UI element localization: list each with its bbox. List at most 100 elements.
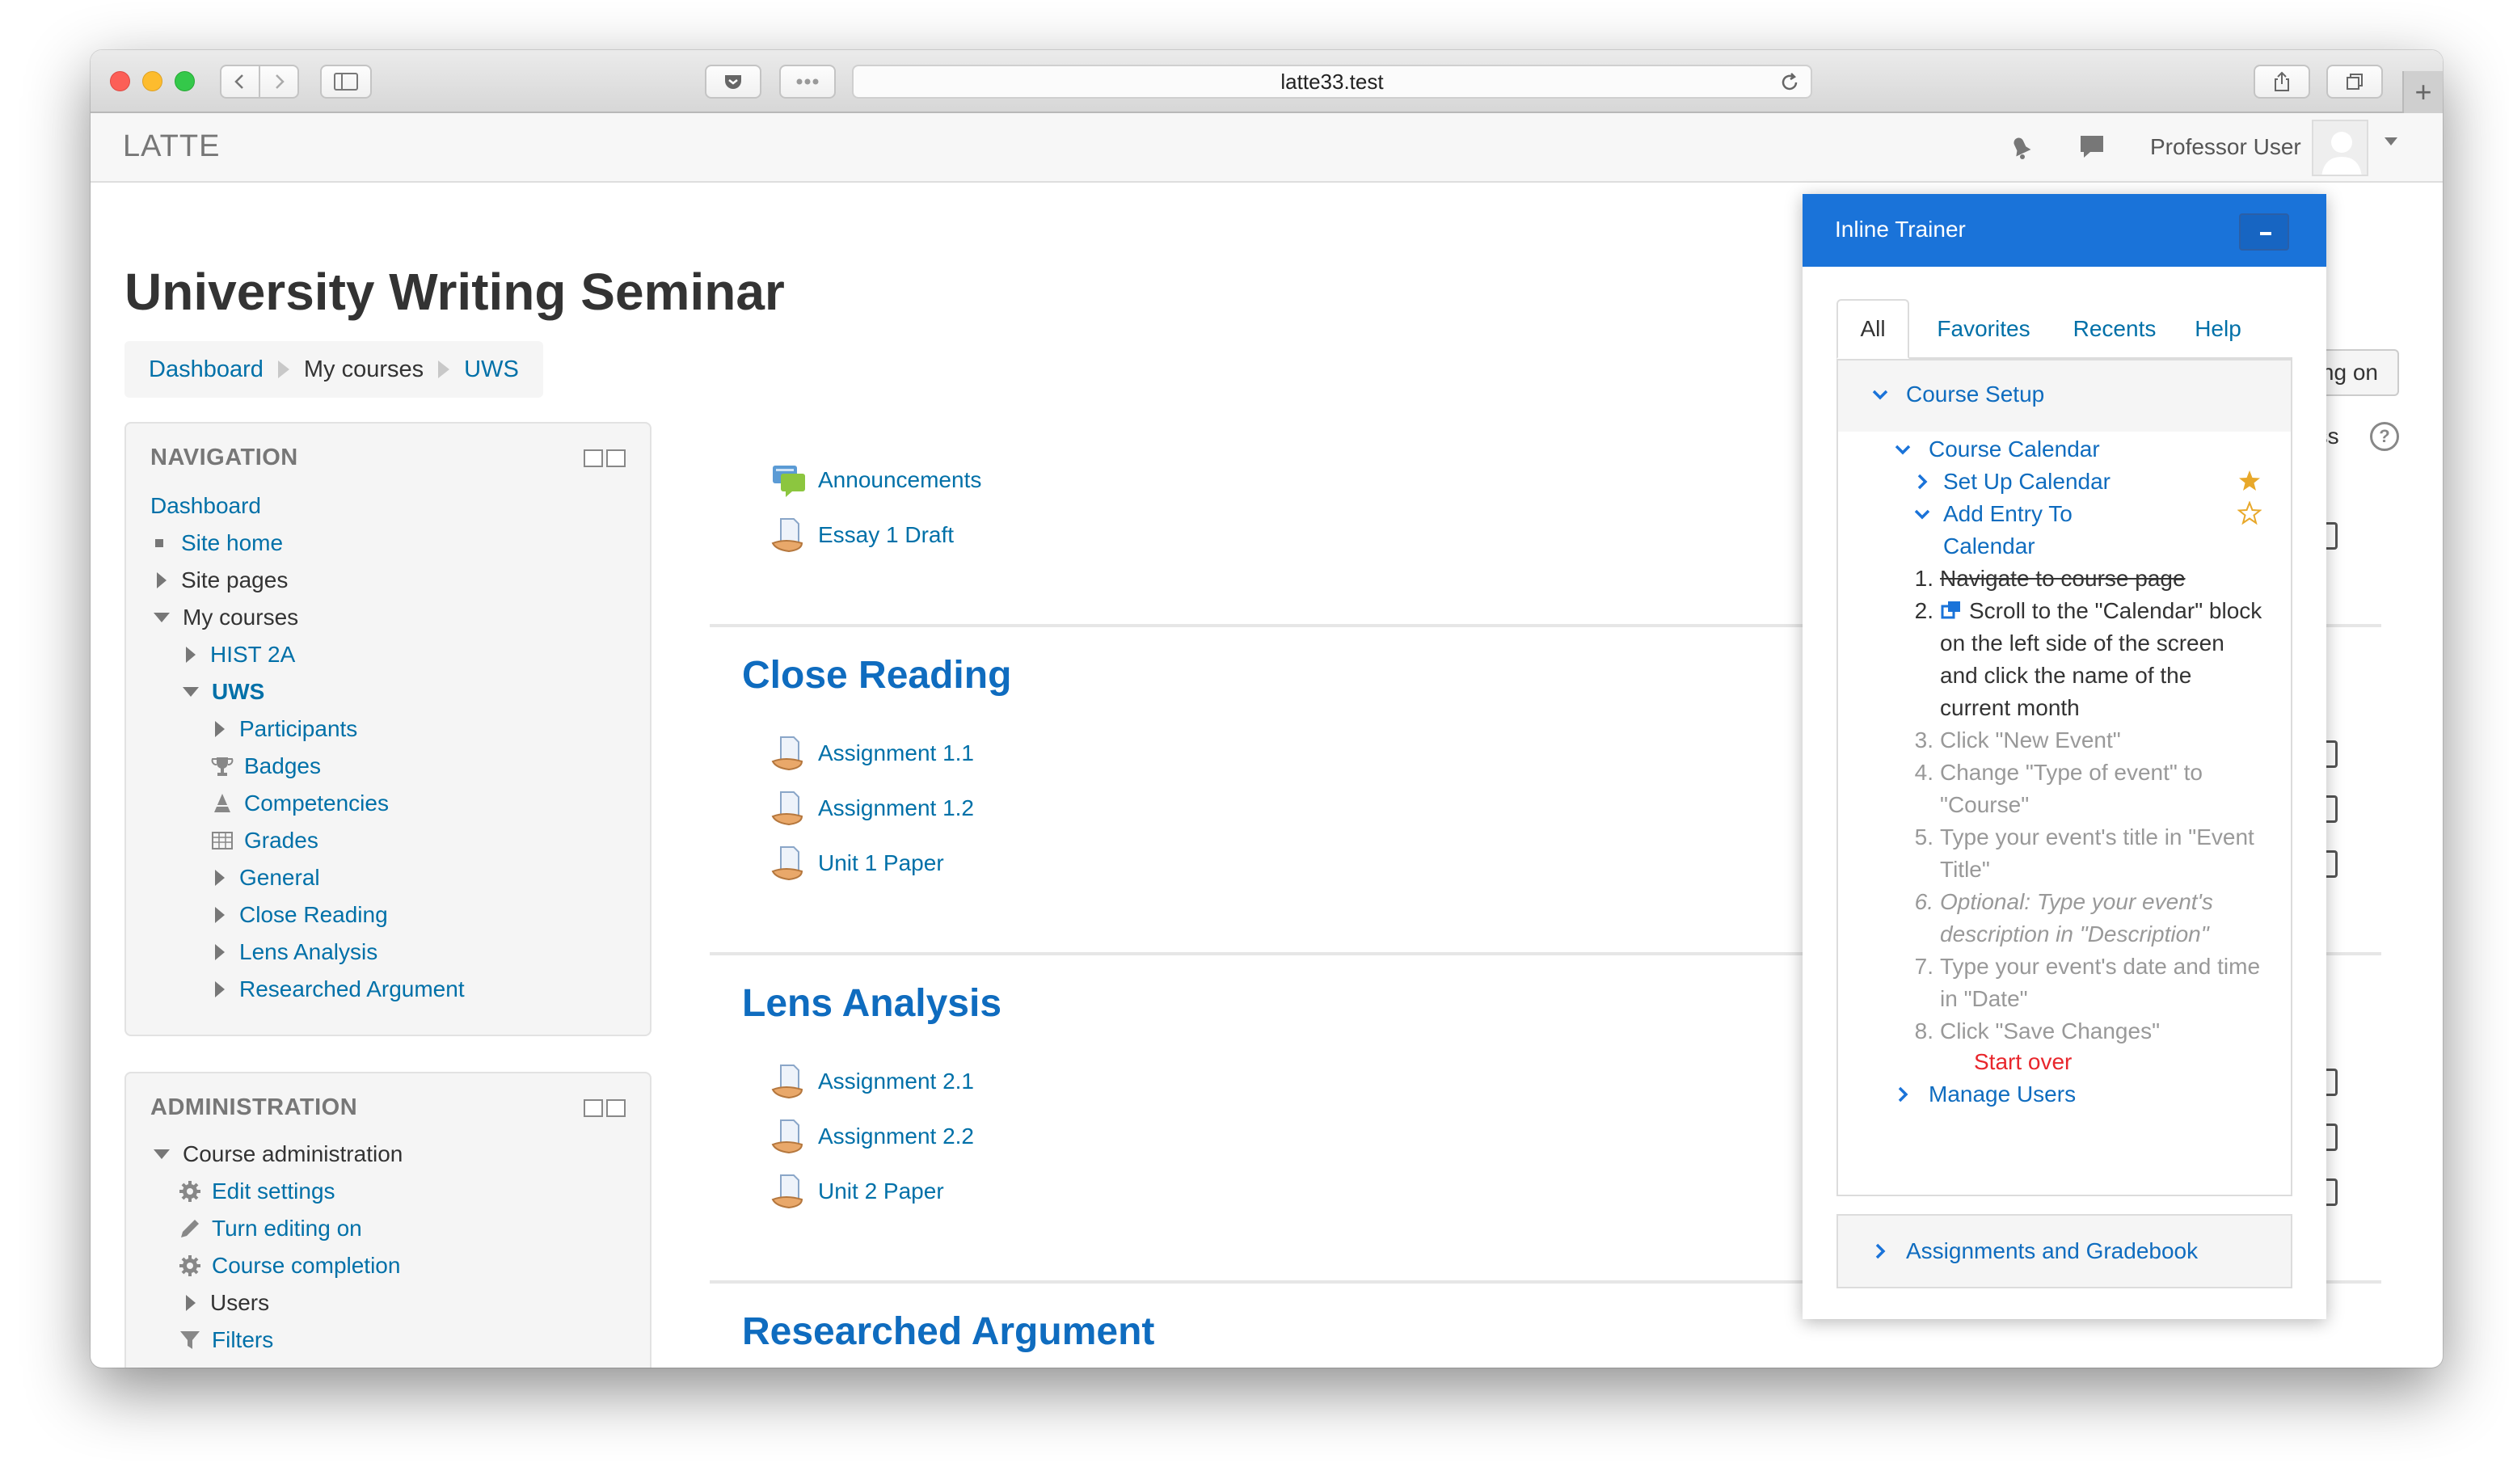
back-button[interactable]: [220, 65, 260, 99]
admin-item-turn-editing-on[interactable]: Turn editing on: [178, 1216, 362, 1242]
navigation-block: NAVIGATION Dashboard Site home Site page…: [124, 422, 651, 1036]
activity-essay-1-draft[interactable]: Essay 1 Draft: [770, 516, 954, 554]
nav-item-badges[interactable]: Badges: [210, 753, 321, 779]
avatar[interactable]: [2312, 120, 2368, 176]
breadcrumb-dashboard[interactable]: Dashboard: [149, 356, 264, 383]
favorite-star-outline-icon[interactable]: [2237, 501, 2262, 525]
assignments-gradebook-toggle[interactable]: Assignments and Gradebook: [1870, 1238, 2198, 1264]
dock-block-icon[interactable]: [606, 1099, 626, 1117]
activity-announcements[interactable]: Announcements: [770, 461, 981, 500]
favorite-star-filled-icon[interactable]: [2237, 469, 2262, 493]
nav-item-grades[interactable]: Grades: [210, 828, 318, 854]
activity-unit-2-paper[interactable]: Unit 2 Paper: [770, 1172, 944, 1211]
admin-item-filters[interactable]: Filters: [178, 1327, 273, 1353]
section-title-researched-argument[interactable]: Researched Argument: [742, 1309, 1154, 1354]
maximize-window-button[interactable]: [175, 71, 195, 91]
manage-users-toggle[interactable]: Manage Users: [1893, 1081, 2076, 1107]
nav-item-uws[interactable]: UWS: [183, 679, 264, 705]
nav-item-hist-2a[interactable]: HIST 2A: [186, 642, 295, 668]
tabs-overview-button[interactable]: [2326, 65, 2383, 99]
set-up-calendar-item[interactable]: Set Up Calendar: [1912, 469, 2111, 495]
chevron-left-icon: [234, 74, 243, 89]
section-title-close-reading[interactable]: Close Reading: [742, 653, 1011, 698]
activity-label: Essay 1 Draft: [818, 522, 955, 547]
nav-item-close-reading[interactable]: Close Reading: [215, 902, 388, 928]
bell-icon[interactable]: [2005, 131, 2037, 163]
site-brand[interactable]: LATTE: [123, 129, 220, 164]
admin-item-course-administration[interactable]: Course administration: [154, 1141, 403, 1167]
dock-block-icon[interactable]: [606, 449, 626, 467]
activity-assignment-2-1[interactable]: Assignment 2.1: [770, 1062, 974, 1101]
navigation-block-title: NAVIGATION: [150, 445, 298, 470]
chat-icon[interactable]: [2076, 131, 2108, 163]
trainer-title: Inline Trainer: [1835, 217, 1966, 242]
step-text: Type your event's date and time in "Date…: [1940, 954, 2261, 1011]
nav-item-lens-analysis[interactable]: Lens Analysis: [215, 939, 377, 965]
share-button[interactable]: [2254, 65, 2310, 99]
activity-assignment-1-2[interactable]: Assignment 1.2: [770, 789, 974, 828]
tab-recents[interactable]: Recents: [2063, 299, 2166, 359]
minimize-window-button[interactable]: [142, 71, 162, 91]
nav-item-site-pages[interactable]: Site pages: [157, 567, 288, 593]
expand-arrow-icon: [186, 647, 196, 663]
nav-item-competencies[interactable]: Competencies: [210, 790, 389, 816]
new-tab-button[interactable]: +: [2402, 71, 2443, 113]
sidebar-toggle-button[interactable]: [320, 65, 372, 99]
course-setup-header[interactable]: Course Setup: [1836, 359, 2292, 433]
expand-arrow-icon: [215, 907, 225, 923]
admin-item-label: Course completion: [212, 1253, 401, 1278]
activity-label: Assignment 1.1: [818, 740, 974, 765]
nav-item-researched-argument[interactable]: Researched Argument: [215, 976, 465, 1002]
extensions-button[interactable]: [779, 65, 836, 99]
site-navbar: LATTE Professor User: [91, 113, 2443, 183]
collapse-arrow-icon: [154, 1149, 170, 1159]
activity-assignment-1-1[interactable]: Assignment 1.1: [770, 734, 974, 773]
breadcrumb-separator-icon: [438, 360, 450, 378]
trainer-step: 6. Optional: Type your event's descriptio…: [1915, 886, 2263, 951]
collapse-block-icon[interactable]: [584, 449, 603, 467]
trainer-step: 8. Click "Save Changes": [1915, 1015, 2263, 1048]
start-over-link[interactable]: Start over: [1974, 1049, 2072, 1075]
set-up-calendar-label: Set Up Calendar: [1943, 469, 2111, 494]
section-divider: [2326, 952, 2381, 955]
reload-icon[interactable]: [1778, 71, 1801, 94]
nav-item-site-home[interactable]: Site home: [150, 530, 283, 556]
gear-icon: [179, 1255, 200, 1276]
activity-assignment-2-2[interactable]: Assignment 2.2: [770, 1117, 974, 1156]
address-bar[interactable]: latte33.test: [852, 65, 1812, 99]
breadcrumb-uws[interactable]: UWS: [464, 356, 519, 383]
admin-item-edit-settings[interactable]: Edit settings: [178, 1178, 335, 1204]
help-icon[interactable]: ?: [2370, 422, 2399, 451]
section-title-lens-analysis[interactable]: Lens Analysis: [742, 981, 1001, 1026]
nav-item-participants[interactable]: Participants: [215, 716, 357, 742]
nav-item-label: Dashboard: [150, 493, 261, 518]
section-divider: [710, 952, 1803, 955]
close-window-button[interactable]: [110, 71, 130, 91]
step-number: 4.: [1914, 760, 1933, 785]
pocket-button[interactable]: [705, 65, 761, 99]
admin-item-course-completion[interactable]: Course completion: [178, 1253, 400, 1279]
trainer-step: 5. Type your event's title in "Event Titl…: [1915, 821, 2263, 886]
add-entry-label-continued[interactable]: Calendar: [1943, 533, 2035, 559]
tab-all[interactable]: All: [1836, 299, 1909, 359]
tab-favorites[interactable]: Favorites: [1925, 299, 2042, 359]
nav-item-my-courses[interactable]: My courses: [154, 605, 298, 630]
admin-item-users[interactable]: Users: [186, 1290, 269, 1316]
activity-unit-1-paper[interactable]: Unit 1 Paper: [770, 844, 944, 883]
chevron-down-icon[interactable]: [2385, 137, 2397, 145]
window-popout-icon[interactable]: [1940, 599, 1963, 622]
user-name[interactable]: Professor User: [2150, 134, 2301, 160]
tab-help[interactable]: Help: [2184, 299, 2252, 359]
collapse-arrow-icon: [154, 613, 170, 622]
nav-item-dashboard[interactable]: Dashboard: [150, 493, 261, 519]
forward-button[interactable]: [259, 65, 299, 99]
course-setup-toggle[interactable]: Course Setup: [1870, 382, 2044, 407]
assignments-gradebook-header[interactable]: Assignments and Gradebook: [1836, 1214, 2292, 1288]
add-entry-calendar-toggle[interactable]: Add Entry To: [1912, 501, 2073, 527]
nav-item-general[interactable]: General: [215, 865, 320, 891]
step-number: 5.: [1914, 824, 1933, 850]
course-calendar-toggle[interactable]: Course Calendar: [1893, 436, 2100, 462]
collapse-block-icon[interactable]: [584, 1099, 603, 1117]
minimize-trainer-button[interactable]: [2239, 213, 2289, 251]
chevron-right-icon: [276, 74, 285, 89]
